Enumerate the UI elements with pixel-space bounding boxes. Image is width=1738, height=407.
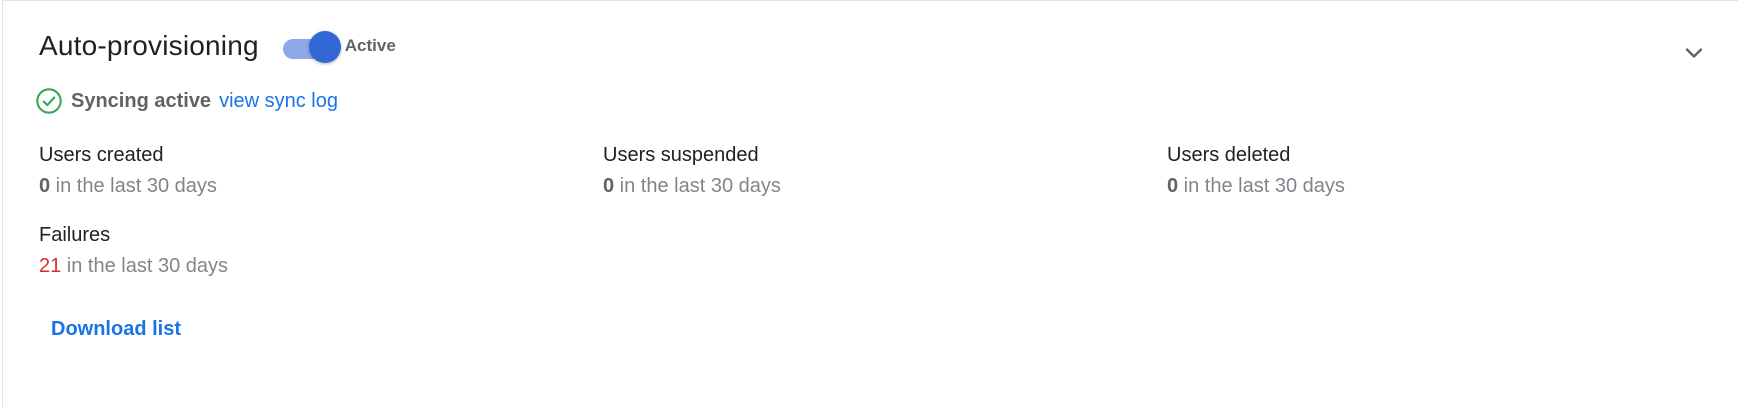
chevron-down-icon[interactable] — [1680, 39, 1708, 67]
stat-suffix: in the last 30 days — [50, 175, 217, 197]
stat-count: 0 — [603, 175, 615, 197]
page-title: Auto-provisioning — [39, 30, 259, 61]
stat-count: 0 — [39, 175, 51, 197]
stat-label: Users suspended — [603, 144, 759, 166]
stat-value: 0 in the last 30 days — [39, 172, 217, 200]
auto-provisioning-card: Auto-provisioning Active Syncing active … — [2, 0, 1738, 407]
view-sync-log-link[interactable]: view sync log — [219, 90, 338, 113]
stat-suffix: in the last 30 days — [61, 255, 229, 277]
sync-status: Syncing active view sync log — [35, 87, 338, 115]
stat-count: 0 — [1167, 175, 1179, 197]
stat-label: Failures — [39, 224, 111, 246]
sync-status-text: Syncing active — [71, 89, 212, 112]
stat-label: Users deleted — [1167, 144, 1291, 166]
stat-value: 0 in the last 30 days — [1167, 172, 1345, 200]
stat-suffix: in the last 30 days — [1178, 175, 1345, 197]
card-header: Auto-provisioning Active — [39, 29, 396, 63]
stat-value: 21 in the last 30 days — [39, 252, 228, 280]
stat-suffix: in the last 30 days — [614, 175, 781, 197]
stat-count: 21 — [39, 255, 62, 277]
stat-value: 0 in the last 30 days — [603, 172, 781, 200]
stat-failures: Failures 21 in the last 30 days — [39, 221, 228, 280]
toggle-label: Active — [344, 36, 396, 55]
active-toggle[interactable] — [281, 29, 341, 63]
stat-users-deleted: Users deleted 0 in the last 30 days — [1167, 141, 1345, 200]
download-list-link[interactable]: Download list — [51, 318, 181, 341]
check-circle-icon — [36, 88, 62, 114]
stat-users-suspended: Users suspended 0 in the last 30 days — [603, 141, 781, 200]
stat-label: Users created — [39, 144, 164, 166]
stat-users-created: Users created 0 in the last 30 days — [39, 141, 217, 200]
toggle-thumb — [308, 31, 341, 63]
